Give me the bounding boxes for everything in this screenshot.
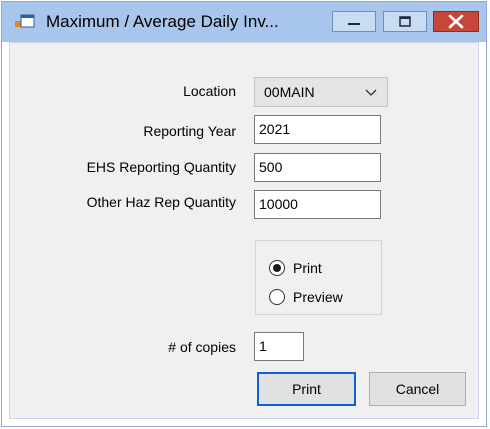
minimize-button[interactable]: [332, 11, 376, 32]
other-haz-quantity-label: Other Haz Rep Quantity: [86, 194, 236, 210]
location-label: Location: [183, 83, 236, 99]
close-icon: [448, 14, 464, 29]
cancel-button[interactable]: Cancel: [369, 372, 466, 406]
dialog-window: Maximum / Average Daily Inv... Location …: [1, 1, 487, 427]
maximize-button[interactable]: [383, 11, 427, 32]
print-button[interactable]: Print: [257, 372, 356, 406]
copies-label: # of copies: [168, 339, 236, 355]
copies-field[interactable]: 1: [254, 332, 304, 361]
minimize-icon: [348, 23, 360, 25]
radio-selected-dot: [273, 264, 281, 272]
title-bar[interactable]: Maximum / Average Daily Inv...: [2, 2, 486, 42]
window-title: Maximum / Average Daily Inv...: [46, 12, 279, 31]
app-window-icon: [15, 14, 35, 28]
other-haz-quantity-field[interactable]: 10000: [254, 190, 381, 219]
radio-preview-circle[interactable]: [269, 289, 285, 305]
ehs-quantity-field[interactable]: 500: [254, 153, 381, 182]
close-button[interactable]: [433, 11, 479, 32]
radio-print-circle[interactable]: [269, 260, 285, 276]
maximize-icon: [399, 16, 411, 27]
output-options-group: Print Preview: [255, 240, 382, 315]
reporting-year-label: Reporting Year: [143, 123, 236, 139]
location-dropdown[interactable]: 00MAIN: [254, 77, 388, 107]
chevron-down-icon: [365, 89, 377, 96]
radio-print-label: Print: [293, 260, 322, 276]
radio-preview-label: Preview: [293, 289, 343, 305]
reporting-year-field[interactable]: 2021: [254, 115, 381, 144]
dialog-body: Location 00MAIN Reporting Year 2021 EHS …: [9, 42, 479, 419]
ehs-quantity-label: EHS Reporting Quantity: [86, 159, 236, 175]
location-value: 00MAIN: [264, 84, 315, 100]
